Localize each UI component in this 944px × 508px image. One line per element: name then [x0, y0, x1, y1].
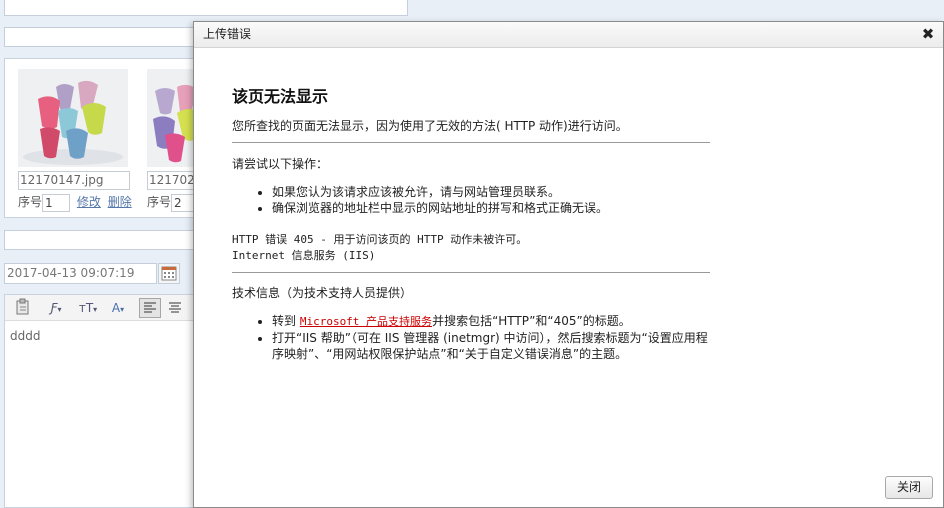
thumbnail-actions: 序号 1 修改 删除	[18, 193, 132, 212]
error-line: HTTP 错误 405 - 用于访问该页的 HTTP 动作未被许可。	[232, 233, 528, 246]
tech-item-suffix: 并搜索包括“HTTP”和“405”的标题。	[432, 314, 631, 328]
error-heading: 该页无法显示	[232, 87, 329, 106]
calendar-button[interactable]	[158, 263, 180, 284]
align-left-icon	[144, 302, 156, 313]
try-list: 如果您认为该请求应该被允许，请与网站管理员联系。 确保浏览器的地址栏中显示的网站…	[232, 184, 712, 216]
text-input[interactable]	[4, 27, 204, 47]
tech-list: 转到 Microsoft 产品支持服务并搜索包括“HTTP”和“405”的标题。…	[232, 313, 712, 362]
align-center-button[interactable]	[165, 298, 185, 318]
error-code-block: HTTP 错误 405 - 用于访问该页的 HTTP 动作未被许可。 Inter…	[232, 232, 712, 264]
list-item: 转到 Microsoft 产品支持服务并搜索包括“HTTP”和“405”的标题。	[272, 313, 712, 330]
chevron-down-icon: ▾	[57, 305, 62, 314]
list-item: 打开“IIS 帮助”（可在 IIS 管理器 (inetmgr) 中访问），然后搜…	[272, 330, 712, 362]
editor-toolbar: Ƒ▾ ᴛT▾ A▾	[5, 295, 203, 321]
error-content: 该页无法显示 您所查找的页面无法显示，因为使用了无效的方法( HTTP 动作)进…	[232, 86, 712, 362]
dialog-titlebar: 上传错误 ✖	[194, 22, 943, 48]
top-text-input[interactable]	[4, 0, 408, 16]
list-item: 确保浏览器的地址栏中显示的网站地址的拼写和格式正确无误。	[272, 200, 712, 216]
font-family-button[interactable]: Ƒ▾	[45, 298, 67, 318]
thumbnail-filename[interactable]: 12170147.jpg	[18, 171, 130, 190]
seq-input[interactable]: 1	[42, 193, 71, 212]
support-link[interactable]: Microsoft 产品支持服务	[300, 315, 432, 328]
divider	[232, 142, 710, 143]
try-heading: 请尝试以下操作：	[232, 157, 329, 171]
chevron-down-icon: ▾	[93, 305, 98, 314]
font-size-icon: ᴛT	[78, 301, 94, 315]
date-input[interactable]: 2017-04-13 09:07:19	[4, 263, 157, 284]
tech-item-prefix: 转到	[272, 314, 300, 328]
calendar-icon	[161, 266, 177, 281]
chevron-down-icon: ▾	[120, 305, 125, 314]
align-left-button[interactable]	[139, 298, 161, 318]
close-button[interactable]: 关闭	[885, 476, 933, 499]
dialog-title: 上传错误	[203, 27, 252, 41]
font-size-button[interactable]: ᴛT▾	[75, 298, 101, 318]
editor-body[interactable]: dddd	[5, 321, 203, 351]
edit-link[interactable]: 修改	[77, 195, 101, 209]
divider	[232, 272, 710, 273]
tech-heading: 技术信息（为技术支持人员提供）	[232, 286, 413, 300]
upload-error-dialog: 上传错误 ✖ 该页无法显示 您所查找的页面无法显示，因为使用了无效的方法( HT…	[193, 21, 944, 508]
paste-icon	[16, 298, 29, 315]
font-color-button[interactable]: A▾	[107, 298, 129, 318]
error-description: 您所查找的页面无法显示，因为使用了无效的方法( HTTP 动作)进行访问。	[232, 119, 628, 133]
delete-link[interactable]: 删除	[108, 195, 132, 209]
close-icon[interactable]: ✖	[920, 26, 936, 42]
font-color-icon: A	[111, 301, 121, 315]
image-gallery: 12170147.jpg 序号 1 修改 删除 1217021 序号 2	[4, 58, 204, 218]
align-center-icon	[169, 302, 181, 313]
paste-button[interactable]	[13, 298, 33, 318]
thumbnail-card: 12170147.jpg 序号 1 修改 删除	[18, 69, 132, 212]
server-line: Internet 信息服务 (IIS)	[232, 249, 376, 262]
thumbnail-image[interactable]	[18, 69, 128, 167]
rich-text-editor: Ƒ▾ ᴛT▾ A▾ dddd	[4, 294, 204, 508]
list-item: 如果您认为该请求应该被允许，请与网站管理员联系。	[272, 184, 712, 200]
text-input[interactable]	[4, 230, 204, 250]
seq-label: 序号	[18, 195, 43, 209]
seq-label: 序号	[147, 195, 172, 209]
